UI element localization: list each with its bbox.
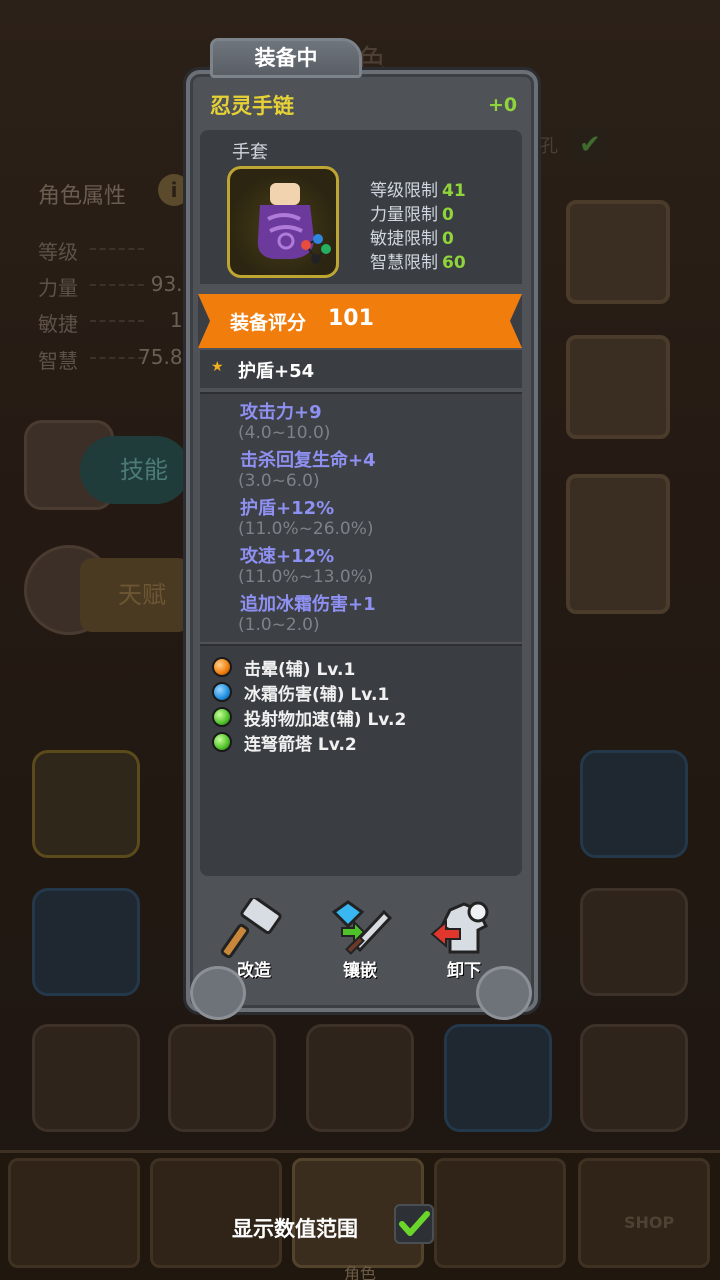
random-stat: 攻速+12% <box>240 546 335 567</box>
equipped-tag: 装备中 <box>210 38 362 78</box>
star-icon: ★ <box>211 359 224 375</box>
random-stat-range: (3.0~6.0) <box>238 471 320 491</box>
inventory-slot[interactable] <box>580 1024 688 1132</box>
attributes-header: 角色属性 <box>38 184 127 209</box>
inventory-slot[interactable] <box>580 888 688 996</box>
show-range-label: 显示数值范围 <box>232 1217 358 1241</box>
gem-sword-icon <box>331 900 393 955</box>
random-stat: 击杀回复生命+4 <box>240 450 376 471</box>
socket-check-icon[interactable]: ✔ <box>570 128 610 162</box>
inventory-slot[interactable] <box>32 750 140 858</box>
tab-quest[interactable] <box>434 1158 566 1268</box>
equip-slot-quiver[interactable] <box>566 474 670 614</box>
random-stat-range: (4.0~10.0) <box>238 423 331 443</box>
inlay-button[interactable]: 镶嵌 <box>324 898 396 982</box>
show-range-checkbox[interactable] <box>394 1204 434 1244</box>
req-wisdom: 智慧限制 60 <box>370 253 466 273</box>
orange-gem-icon <box>212 657 232 677</box>
inventory-slot[interactable] <box>32 1024 140 1132</box>
green-gem-icon <box>212 707 232 727</box>
glove-icon <box>227 166 339 278</box>
checkmark-icon <box>399 1211 430 1236</box>
enhance-level: +0 <box>488 94 518 116</box>
card-corner-ornament <box>476 966 532 1020</box>
attr-strength: 力量 93.36 <box>38 272 208 300</box>
inventory-slot[interactable] <box>306 1024 414 1132</box>
attr-wisdom: 智慧 75.856 <box>38 345 208 373</box>
skill-button[interactable]: 技能 <box>80 436 190 504</box>
socket-label-partial: 孔 <box>540 136 558 157</box>
unequip-armor-icon <box>430 901 489 954</box>
random-stat: 攻击力+9 <box>240 402 322 423</box>
green-gem-icon <box>212 732 232 752</box>
item-type: 手套 <box>232 142 268 163</box>
random-stat: 护盾+12% <box>240 498 335 519</box>
inventory-slot[interactable] <box>580 750 688 858</box>
req-strength: 力量限制 0 <box>370 205 454 225</box>
talent-button[interactable]: 天赋 <box>80 558 190 632</box>
inventory-slot[interactable] <box>168 1024 276 1132</box>
req-level: 等级限制 41 <box>370 181 466 201</box>
req-agility: 敏捷限制 0 <box>370 229 454 249</box>
inventory-slot[interactable] <box>32 888 140 996</box>
random-stat: 追加冰霜伤害+1 <box>240 594 376 615</box>
tab-home[interactable] <box>8 1158 140 1268</box>
attr-agility: 敏捷196 <box>38 308 208 337</box>
hammer-icon <box>220 895 282 959</box>
random-stat-range: (11.0%~13.0%) <box>238 567 374 587</box>
random-stat-range: (1.0~2.0) <box>238 615 320 635</box>
base-stat: 护盾+54 <box>238 361 315 382</box>
attr-level: 等级47 <box>38 236 208 265</box>
score-label: 装备评分 <box>230 312 307 334</box>
equip-slot-belt[interactable] <box>566 200 670 304</box>
blue-gem-icon <box>212 682 232 702</box>
inventory-slot[interactable] <box>444 1024 552 1132</box>
equip-slot-amulet[interactable] <box>566 335 670 439</box>
shop-label: SHOP <box>624 1213 675 1232</box>
card-corner-ornament <box>190 966 246 1020</box>
random-stat-range: (11.0%~26.0%) <box>238 519 374 539</box>
item-name: 忍灵手链 <box>210 94 294 118</box>
score-value: 101 <box>328 306 374 331</box>
tab-character-label: 角色 <box>344 1264 377 1280</box>
